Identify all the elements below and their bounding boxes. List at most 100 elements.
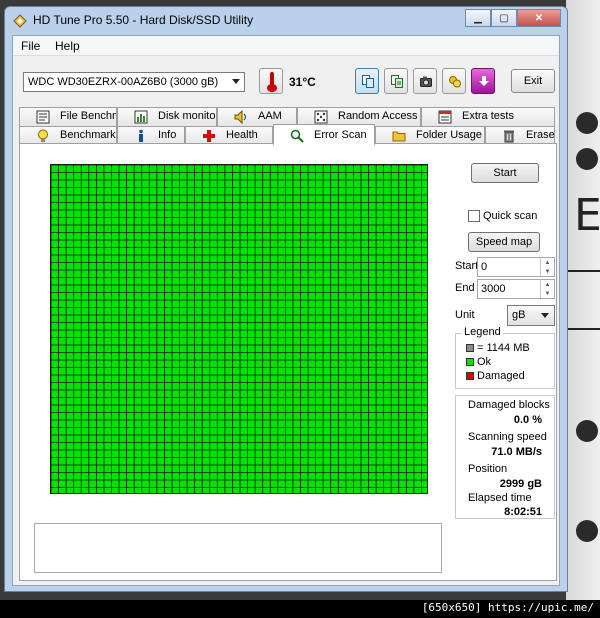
- start-label: Start: [455, 260, 479, 272]
- dice-grid-icon: [314, 110, 328, 124]
- start-input[interactable]: 0 ▲ ▼: [477, 257, 555, 277]
- unit-value: gB: [512, 309, 526, 321]
- legend-title: Legend: [462, 326, 503, 338]
- tab-label: Error Scan: [314, 129, 367, 141]
- speaker-icon: [234, 110, 246, 124]
- legend-ok-text: Ok: [477, 356, 492, 368]
- end-label: End: [455, 282, 475, 294]
- unit-label: Unit: [455, 309, 475, 321]
- scan-statistics: Damaged blocks 0.0 % Scanning speed 71.0…: [455, 395, 555, 519]
- scanning-speed-value: 71.0 MB/s: [491, 446, 542, 458]
- magnifier-icon: [290, 129, 304, 143]
- menu-bar: File Help: [13, 36, 559, 56]
- legend-block-size-text: = 1144 MB: [477, 342, 530, 354]
- title-bar[interactable]: HD Tune Pro 5.50 - Hard Disk/SSD Utility…: [5, 7, 567, 35]
- end-input[interactable]: 3000 ▲ ▼: [477, 279, 555, 299]
- exit-button[interactable]: Exit: [511, 69, 555, 93]
- scan-blocks-ok: [51, 165, 427, 493]
- legend-block-swatch: [466, 344, 474, 352]
- scan-log[interactable]: [34, 523, 442, 573]
- background-hole: [576, 420, 598, 442]
- legend-damaged-text: Damaged: [477, 370, 525, 382]
- download-button[interactable]: [471, 68, 495, 94]
- tab-label: Health: [226, 129, 258, 141]
- speed-map-button[interactable]: Speed map: [468, 232, 540, 252]
- coins-icon: [449, 76, 461, 88]
- maximize-button[interactable]: ▢: [491, 9, 517, 27]
- background-line: [566, 270, 600, 272]
- tab-label: Info: [158, 129, 177, 141]
- background-photo: E: [566, 0, 600, 600]
- scan-block-grid: [51, 165, 427, 493]
- tab-label: Benchmark: [60, 129, 116, 141]
- end-spinner[interactable]: ▲ ▼: [540, 280, 554, 298]
- copy-document-icon: [362, 75, 374, 88]
- info-icon: [139, 129, 143, 142]
- scanning-speed-label: Scanning speed: [468, 431, 547, 443]
- legend-ok-swatch: [466, 358, 474, 366]
- legend-box: Legend = 1144 MB Ok Damaged: [455, 326, 555, 389]
- copy-text-button[interactable]: [355, 68, 379, 94]
- background-text: E: [574, 190, 600, 241]
- tab-label: File Benchmark: [60, 110, 116, 122]
- minimize-icon: ▁: [474, 12, 482, 24]
- extra-tests-icon: [438, 110, 452, 124]
- start-spinner[interactable]: ▲ ▼: [540, 258, 554, 276]
- drive-select-value: WDC WD30EZRX-00AZ6B0 (3000 gB): [28, 76, 219, 88]
- watermark: [650x650] https://upic.me/: [421, 601, 594, 614]
- scan-map: [50, 164, 428, 494]
- screenshot-button[interactable]: [413, 68, 437, 94]
- legend-block-size: = 1144 MB: [466, 342, 530, 354]
- position-label: Position: [468, 463, 508, 475]
- unit-select[interactable]: gB: [507, 305, 555, 326]
- legend-damaged-swatch: [466, 372, 474, 380]
- error-scan-panel: Start Quick scan Speed map Start 0 ▲ ▼ En…: [19, 143, 557, 581]
- thermometer-icon: [259, 68, 283, 94]
- bar-chart-icon: [134, 110, 148, 124]
- health-cross-icon: [203, 130, 215, 142]
- trash-icon: [504, 130, 514, 143]
- tab-file-benchmark[interactable]: File Benchmark: [19, 107, 117, 126]
- toolbar: WDC WD30EZRX-00AZ6B0 (3000 gB) 31°C Exit: [13, 56, 559, 104]
- start-scan-button[interactable]: Start: [471, 163, 539, 183]
- lightbulb-icon: [38, 129, 48, 142]
- copy-report-icon: [391, 75, 403, 88]
- tab-extra-tests[interactable]: Extra tests: [421, 107, 555, 126]
- background-hole: [576, 148, 598, 170]
- menu-help[interactable]: Help: [55, 39, 80, 53]
- quick-scan-checkbox[interactable]: [468, 210, 480, 222]
- close-button[interactable]: ✕: [517, 9, 561, 27]
- temperature-readout: 31°C: [289, 75, 316, 89]
- quick-scan-label: Quick scan: [483, 210, 538, 222]
- tab-disk-monitor[interactable]: Disk monitor: [117, 107, 217, 126]
- chevron-down-icon: [232, 79, 240, 84]
- download-arrow-icon: [479, 76, 489, 86]
- camera-icon: [420, 76, 432, 87]
- folder-icon: [392, 131, 406, 142]
- tab-error-scan[interactable]: Error Scan: [273, 124, 375, 145]
- app-window: HD Tune Pro 5.50 - Hard Disk/SSD Utility…: [4, 6, 568, 592]
- window-title: HD Tune Pro 5.50 - Hard Disk/SSD Utility: [33, 13, 254, 27]
- elapsed-time-label: Elapsed time: [468, 492, 532, 504]
- tab-label: AAM: [258, 110, 282, 122]
- background-hole: [576, 520, 598, 542]
- end-value: 3000: [481, 283, 506, 295]
- copy-report-button[interactable]: [384, 68, 408, 94]
- background-hole: [576, 112, 598, 134]
- options-button[interactable]: [442, 68, 466, 94]
- hdtune-app-icon: [13, 14, 27, 28]
- damaged-blocks-label: Damaged blocks: [468, 399, 550, 411]
- drive-select[interactable]: WDC WD30EZRX-00AZ6B0 (3000 gB): [23, 72, 245, 92]
- position-value: 2999 gB: [499, 478, 542, 490]
- window-controls: ▁ ▢ ✕: [465, 9, 561, 27]
- client-area: File Help WDC WD30EZRX-00AZ6B0 (3000 gB)…: [12, 35, 560, 586]
- menu-file[interactable]: File: [21, 39, 40, 53]
- minimize-button[interactable]: ▁: [465, 9, 491, 27]
- tab-label: Random Access: [338, 110, 418, 122]
- elapsed-time-value: 8:02:51: [504, 506, 542, 518]
- tab-label: Folder Usage: [416, 129, 483, 141]
- chevron-down-icon: [541, 313, 549, 318]
- close-icon: ✕: [534, 12, 544, 24]
- temperature-value: 31: [289, 75, 303, 89]
- tab-label: Erase: [526, 129, 555, 141]
